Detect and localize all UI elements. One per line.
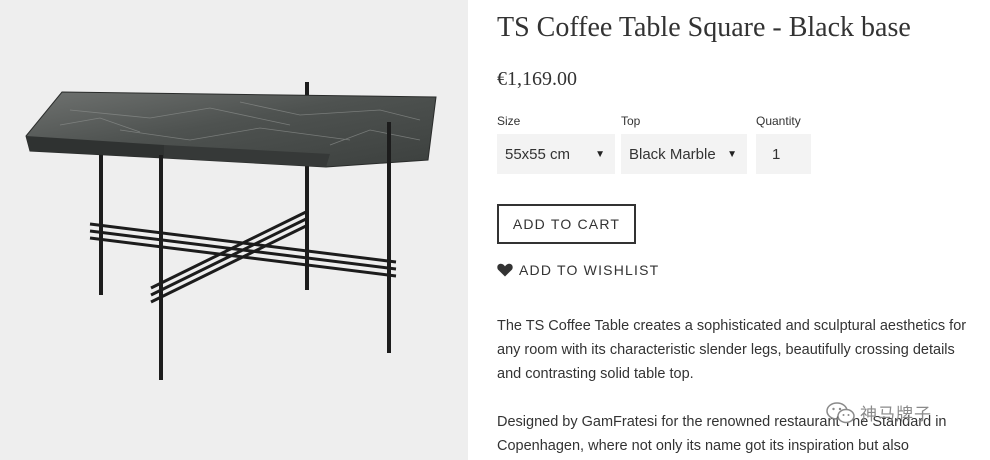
quantity-label: Quantity bbox=[756, 114, 801, 128]
description-paragraph-1: The TS Coffee Table creates a sophistica… bbox=[497, 318, 967, 382]
top-label: Top bbox=[621, 114, 641, 128]
product-title: TS Coffee Table Square - Black base bbox=[497, 12, 911, 43]
wechat-icon bbox=[826, 401, 855, 423]
watermark: 神马牌子 bbox=[826, 400, 932, 425]
size-select-value: 55x55 cm bbox=[505, 145, 571, 163]
product-price: €1,169.00 bbox=[497, 68, 577, 90]
watermark-text: 神马牌子 bbox=[860, 405, 932, 424]
top-select-value: Black Marble bbox=[629, 145, 716, 163]
product-details: TS Coffee Table Square - Black base €1,1… bbox=[497, 0, 977, 460]
wishlist-label: ADD TO WISHLIST bbox=[519, 262, 660, 278]
quantity-input[interactable]: 1 bbox=[756, 134, 811, 174]
caret-down-icon: ▼ bbox=[727, 148, 737, 160]
size-label: Size bbox=[497, 114, 521, 128]
size-select[interactable]: 55x55 cm ▼ bbox=[497, 134, 615, 174]
add-to-wishlist-link[interactable]: ADD TO WISHLIST bbox=[497, 262, 659, 278]
heart-icon bbox=[497, 263, 513, 277]
add-to-cart-button[interactable]: ADD TO CART bbox=[497, 204, 636, 244]
product-image bbox=[0, 0, 468, 460]
coffee-table-illustration bbox=[25, 82, 437, 380]
caret-down-icon: ▼ bbox=[595, 148, 605, 160]
top-select[interactable]: Black Marble ▼ bbox=[621, 134, 747, 174]
